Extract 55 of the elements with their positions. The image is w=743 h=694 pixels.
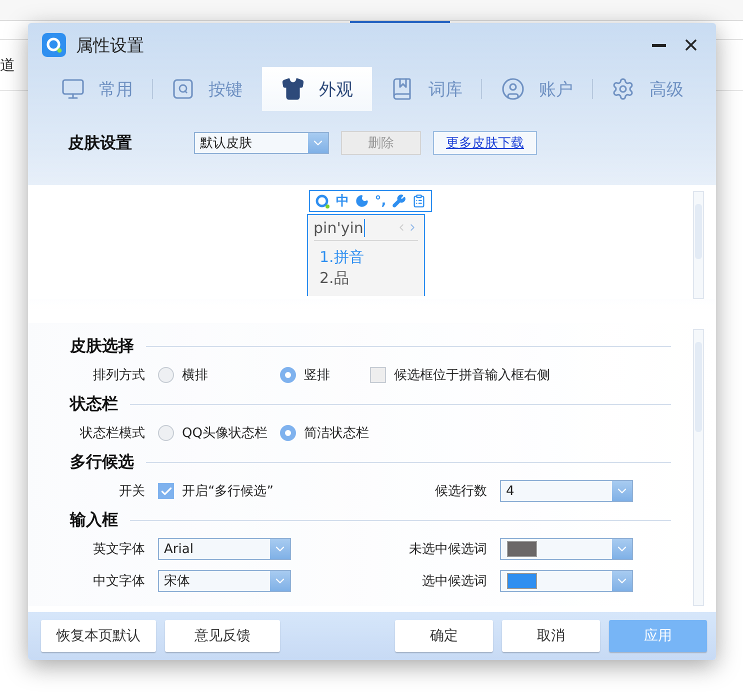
tab[interactable]: 外观	[262, 67, 372, 111]
t-shirt-icon	[280, 77, 305, 101]
keycap-icon	[172, 78, 194, 100]
radio-button[interactable]	[158, 425, 174, 441]
field-label: 排列方式	[92, 367, 145, 384]
clipboard-icon	[412, 194, 426, 208]
radio-option[interactable]: 竖排	[280, 366, 370, 384]
user-icon	[500, 77, 525, 101]
checkbox[interactable]	[158, 483, 174, 499]
color-dropdown[interactable]	[500, 570, 633, 592]
checkbox-option[interactable]: 开启“多行候选”	[158, 482, 274, 500]
radio-option[interactable]: 简洁状态栏	[280, 424, 369, 442]
minimize-icon	[652, 44, 666, 46]
dropdown[interactable]: 4	[500, 480, 633, 502]
wrench-icon	[392, 194, 406, 208]
radio-button[interactable]	[280, 367, 296, 383]
field-label: 开关	[118, 483, 145, 500]
radio-button[interactable]	[158, 367, 174, 383]
section-title: 皮肤选择	[70, 336, 134, 356]
dropdown[interactable]: 宋体	[158, 570, 291, 592]
candidate: 2.品	[320, 268, 350, 289]
monitor-icon	[60, 77, 85, 101]
radio-option[interactable]: 横排	[158, 366, 280, 384]
footer-button[interactable]: 确定	[395, 620, 493, 652]
radio-button[interactable]	[280, 425, 296, 441]
page-text: 道	[0, 56, 15, 74]
dropdown[interactable]: 默认皮肤	[194, 132, 329, 154]
footer-button[interactable]: 取消	[502, 620, 600, 652]
scrollbar[interactable]	[693, 191, 704, 299]
field-label: 英文字体	[92, 541, 145, 558]
section-title: 多行候选	[70, 452, 134, 472]
q-logo-icon	[314, 194, 330, 208]
section-title: 输入框	[70, 510, 118, 530]
moon-icon	[354, 194, 369, 208]
scrollbar[interactable]	[693, 329, 704, 606]
more-skins-link[interactable]: 更多皮肤下载	[433, 131, 537, 155]
field-label: 未选中候选词	[408, 541, 487, 558]
footer-button[interactable]: 恢复本页默认	[41, 620, 156, 652]
dropdown[interactable]: Arial	[158, 538, 291, 560]
settings-icon	[611, 77, 636, 101]
footer-button[interactable]: 意见反馈	[165, 620, 280, 652]
checkbox-option[interactable]: 候选框位于拼音输入框右侧	[370, 366, 550, 384]
skin-label: 皮肤设置	[68, 132, 133, 154]
window-title: 属性设置	[76, 34, 145, 56]
field-label: 状态栏模式	[78, 425, 145, 442]
field-label: 候选行数	[434, 483, 487, 500]
field-label: 中文字体	[92, 573, 145, 590]
color-dropdown[interactable]	[500, 538, 633, 560]
field-label: 选中候选词	[421, 573, 487, 590]
check-icon	[160, 484, 172, 498]
app-logo-icon	[42, 33, 66, 57]
radio-option[interactable]: QQ头像状态栏	[158, 424, 280, 442]
checkbox[interactable]	[370, 367, 386, 383]
candidate: 1.拼音	[320, 247, 365, 268]
section-title: 状态栏	[70, 394, 118, 414]
